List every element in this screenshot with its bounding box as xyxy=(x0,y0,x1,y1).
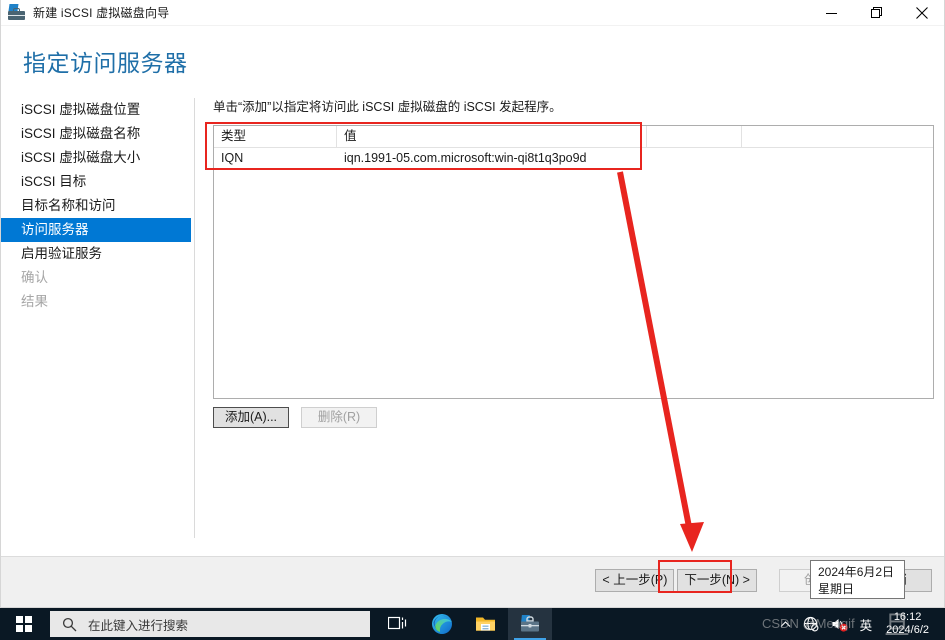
add-button[interactable]: 添加(A)... xyxy=(213,407,289,428)
sidebar-item-confirmation: 确认 xyxy=(1,266,194,290)
table-row[interactable]: IQN iqn.1991-05.com.microsoft:win-qi8t1q… xyxy=(214,148,933,168)
sidebar-item-iscsi-target[interactable]: iSCSI 目标 xyxy=(1,170,194,194)
window-controls xyxy=(809,0,944,26)
sidebar-item-label: 目标名称和访问 xyxy=(21,198,116,213)
column-header-extra-2[interactable] xyxy=(742,126,932,147)
sidebar-item-access-servers[interactable]: 访问服务器 xyxy=(1,218,191,242)
column-header-extra-1[interactable] xyxy=(647,126,742,147)
sidebar-item-target-name-access[interactable]: 目标名称和访问 xyxy=(1,194,194,218)
cell-type: IQN xyxy=(221,151,244,165)
initiator-list-header: 类型 值 xyxy=(214,126,933,148)
clock-date: 2024/6/2 xyxy=(886,624,929,636)
page-title: 指定访问服务器 xyxy=(23,50,188,76)
content-pane: 单击“添加”以指定将访问此 iSCSI 虚拟磁盘的 iSCSI 发起程序。 类型… xyxy=(213,98,934,428)
initiator-list[interactable]: 类型 值 IQN iqn.1991-05.com.microsoft:win-q… xyxy=(213,125,934,399)
tray-clock[interactable]: 16:12 2024/6/2 xyxy=(878,608,937,640)
windows-logo-icon xyxy=(16,616,32,632)
tooltip-weekday: 星期日 xyxy=(818,582,855,596)
server-manager-icon xyxy=(521,615,539,632)
next-button[interactable]: 下一步(N) > xyxy=(677,569,757,592)
previous-button[interactable]: < 上一步(P) xyxy=(595,569,675,592)
taskbar-item-file-explorer[interactable] xyxy=(464,608,508,640)
server-manager-icon xyxy=(8,4,26,21)
volume-muted-icon xyxy=(832,619,848,632)
list-actions: 添加(A)... 删除(R) xyxy=(213,407,934,428)
wizard-steps-sidebar: iSCSI 虚拟磁盘位置 iSCSI 虚拟磁盘名称 iSCSI 虚拟磁盘大小 i… xyxy=(1,98,194,538)
search-placeholder: 在此键入进行搜索 xyxy=(88,618,189,633)
sidebar-item-label: iSCSI 目标 xyxy=(21,174,87,189)
clock-time: 16:12 xyxy=(893,611,922,623)
sidebar-divider xyxy=(194,98,195,538)
task-view-button[interactable] xyxy=(376,608,420,640)
window-title: 新建 iSCSI 虚拟磁盘向导 xyxy=(33,6,170,20)
sidebar-item-results: 结果 xyxy=(1,290,194,314)
sidebar-item-label: iSCSI 虚拟磁盘大小 xyxy=(21,150,141,165)
sidebar-item-disk-name[interactable]: iSCSI 虚拟磁盘名称 xyxy=(1,122,194,146)
sidebar-item-enable-auth[interactable]: 启用验证服务 xyxy=(1,242,194,266)
search-input[interactable]: 在此键入进行搜索 xyxy=(50,611,370,637)
file-explorer-icon xyxy=(476,617,495,631)
sidebar-item-disk-location[interactable]: iSCSI 虚拟磁盘位置 xyxy=(1,98,194,122)
footer-bar: < 上一步(P) 下一步(N) > 创建 取消 xyxy=(1,557,944,607)
sidebar-item-label: 访问服务器 xyxy=(21,222,89,237)
tray-network-button[interactable] xyxy=(797,608,825,640)
tray-volume-button[interactable] xyxy=(825,608,854,640)
titlebar[interactable]: 新建 iSCSI 虚拟磁盘向导 xyxy=(1,0,944,26)
wizard-window: 新建 iSCSI 虚拟磁盘向导 指定访问服务器 iSCSI 虚拟磁盘位置 iSC… xyxy=(0,0,945,608)
minimize-button[interactable] xyxy=(809,0,854,26)
tray-overflow-button[interactable] xyxy=(774,608,797,640)
sidebar-item-label: 启用验证服务 xyxy=(21,246,102,261)
chevron-up-icon xyxy=(780,620,791,627)
sidebar-item-disk-size[interactable]: iSCSI 虚拟磁盘大小 xyxy=(1,146,194,170)
tray-ime-indicator[interactable]: 英 xyxy=(854,608,879,640)
sidebar-item-label: 确认 xyxy=(21,270,48,285)
column-header-type[interactable]: 类型 xyxy=(214,126,337,147)
search-icon xyxy=(62,617,77,632)
taskbar-icons xyxy=(376,608,552,640)
remove-button: 删除(R) xyxy=(301,407,377,428)
show-desktop-button[interactable] xyxy=(937,608,945,640)
cell-value: iqn.1991-05.com.microsoft:win-qi8t1q3po9… xyxy=(344,151,587,165)
network-offline-icon xyxy=(803,616,819,632)
sidebar-item-label: 结果 xyxy=(21,294,48,309)
task-view-icon xyxy=(388,616,407,630)
edge-icon xyxy=(432,614,452,634)
sidebar-item-label: iSCSI 虚拟磁盘名称 xyxy=(21,126,141,141)
restore-button[interactable] xyxy=(854,0,899,26)
system-tray: 英 16:12 2024/6/2 xyxy=(774,608,945,640)
date-tooltip: 2024年6月2日 星期日 xyxy=(810,560,905,599)
tooltip-date: 2024年6月2日 xyxy=(818,565,895,579)
column-header-value[interactable]: 值 xyxy=(337,126,647,147)
close-button[interactable] xyxy=(899,0,944,26)
screen: 新建 iSCSI 虚拟磁盘向导 指定访问服务器 iSCSI 虚拟磁盘位置 iSC… xyxy=(0,0,945,640)
taskbar-item-server-manager[interactable] xyxy=(508,608,552,640)
instruction-text: 单击“添加”以指定将访问此 iSCSI 虚拟磁盘的 iSCSI 发起程序。 xyxy=(213,100,562,114)
sidebar-item-label: iSCSI 虚拟磁盘位置 xyxy=(21,102,141,117)
start-button[interactable] xyxy=(0,608,48,640)
taskbar: 在此键入进行搜索 英 16:12 2024/6/2 xyxy=(0,608,945,640)
taskbar-item-edge[interactable] xyxy=(420,608,464,640)
